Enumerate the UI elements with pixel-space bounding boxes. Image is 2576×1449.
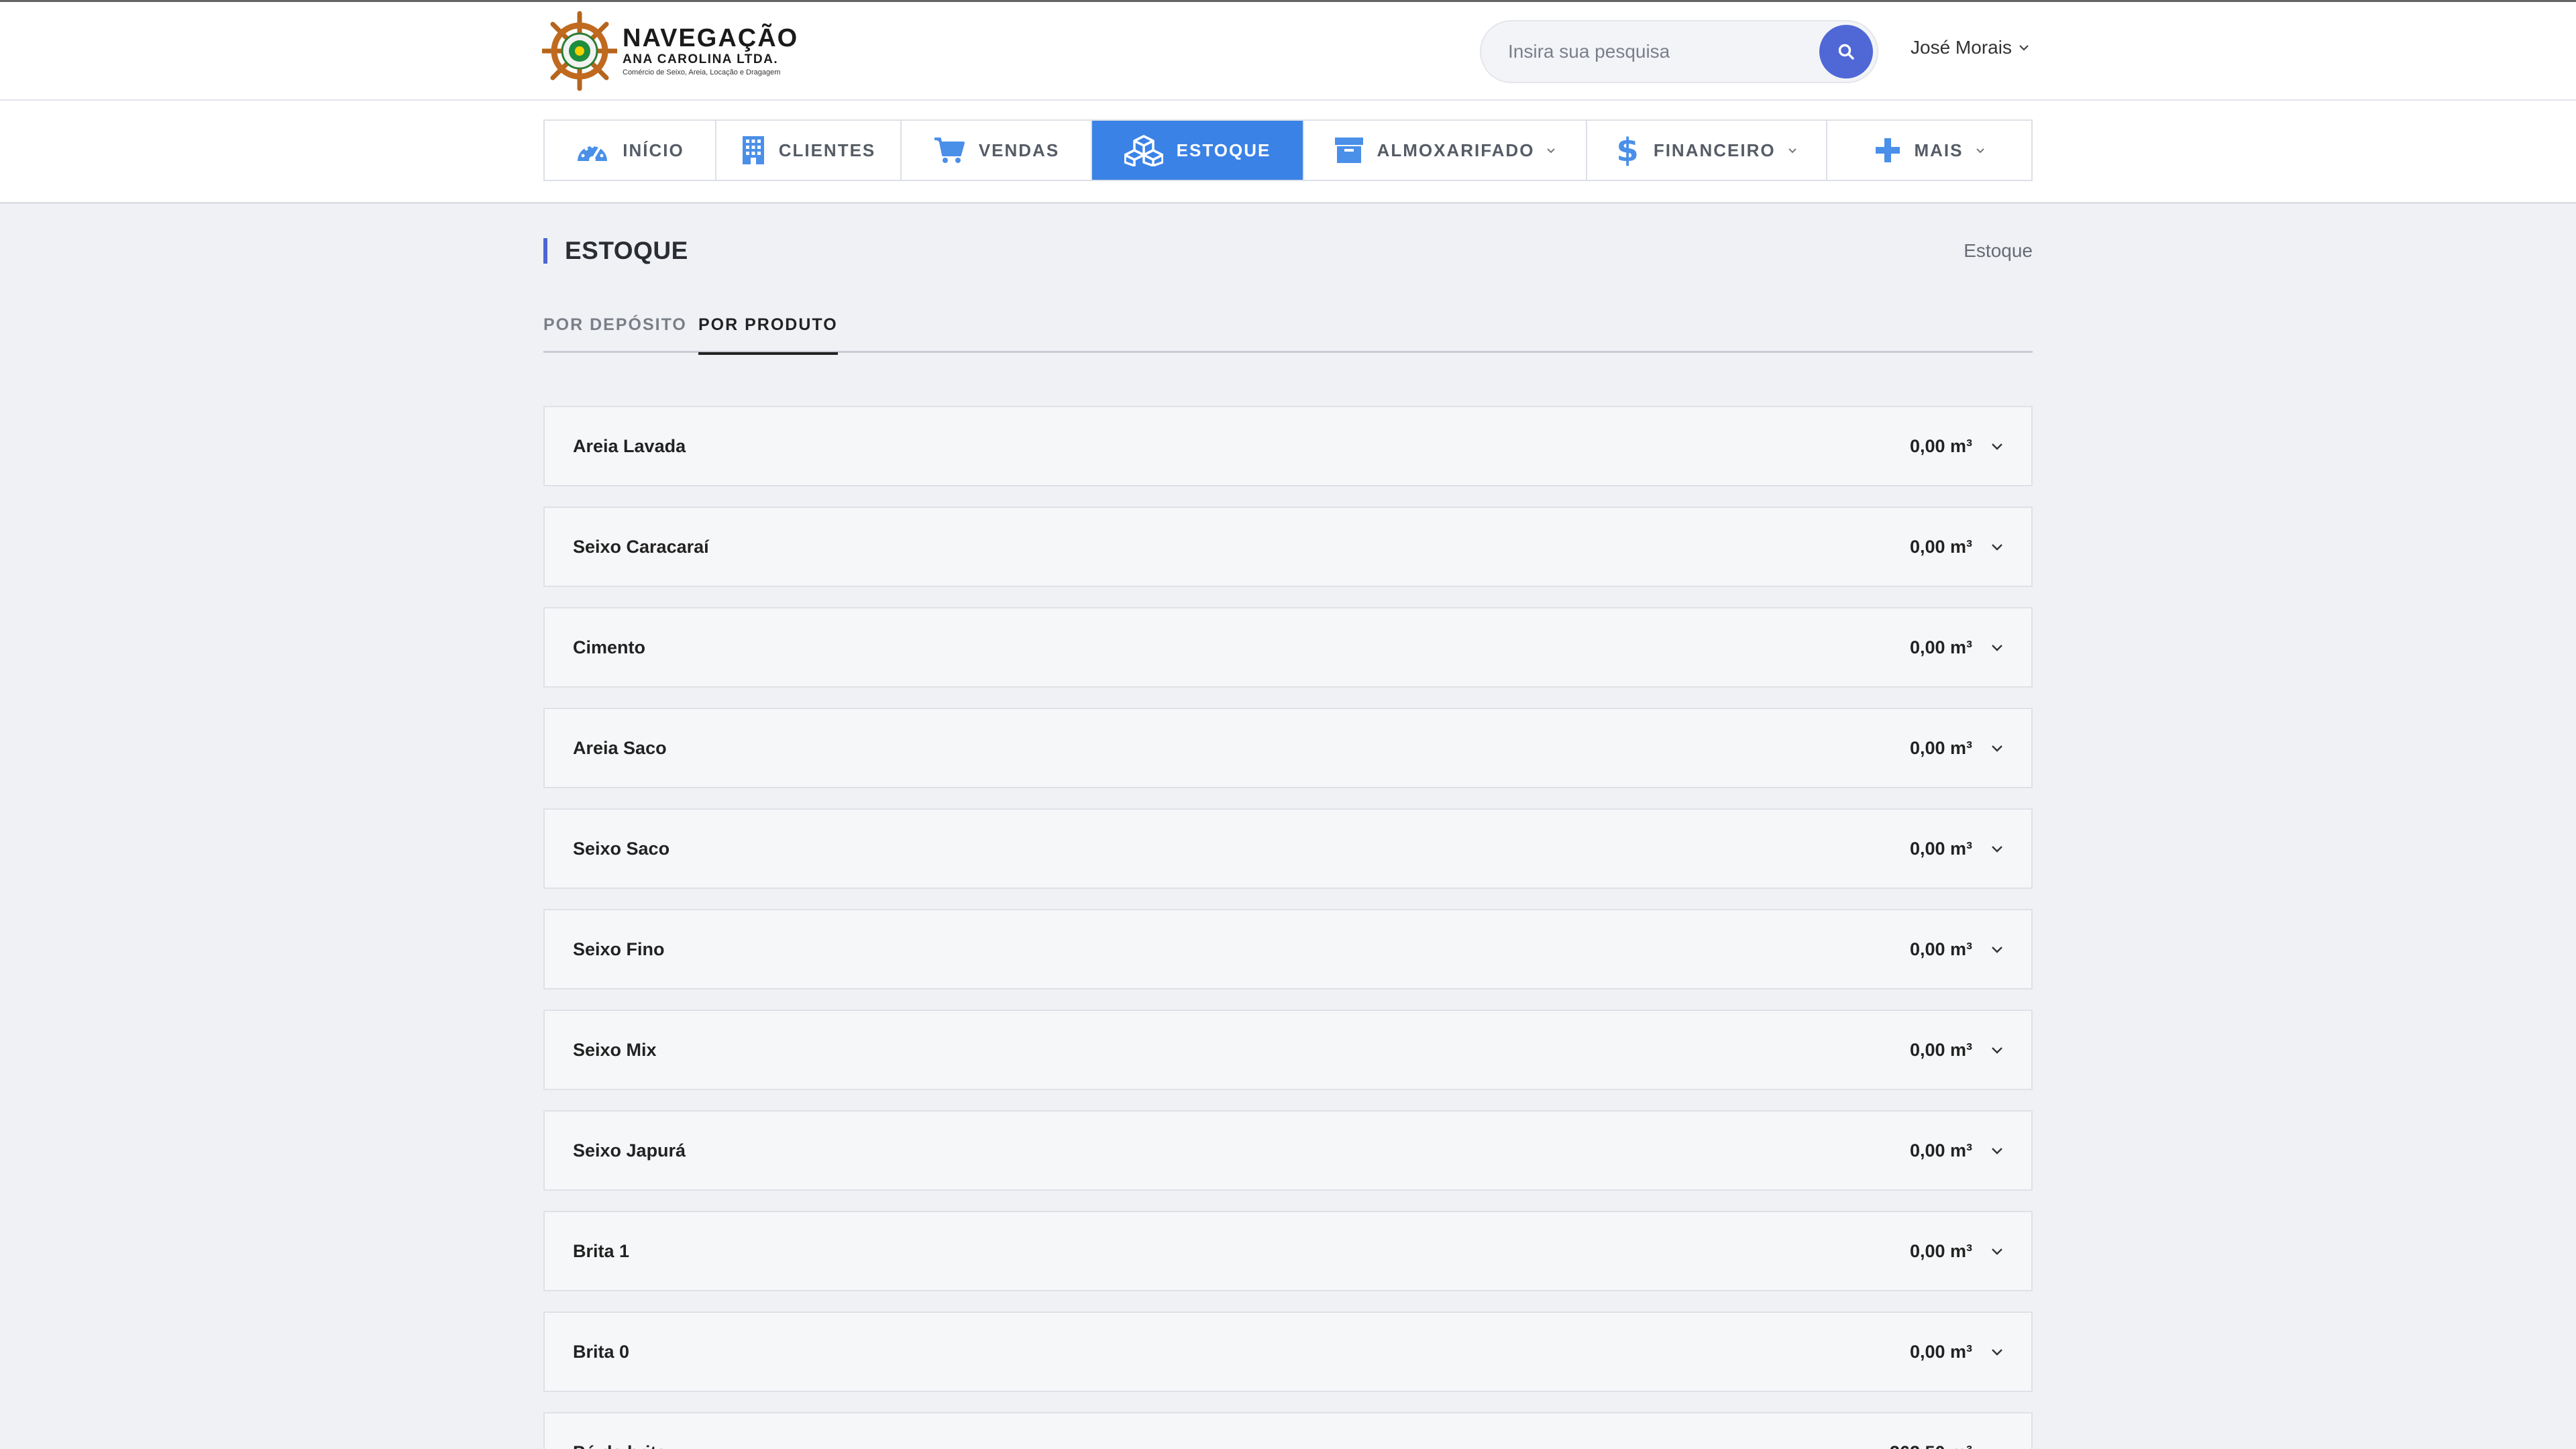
- user-name: José Morais: [1911, 37, 2012, 58]
- product-quantity: 0,00 m³: [1909, 435, 1972, 456]
- nav-label: CLIENTES: [778, 140, 876, 160]
- main-nav-bar: INÍCIO CLIENTES VENDAS ESTOQUE ALMOXARIF…: [0, 101, 2576, 204]
- product-name: Seixo Saco: [573, 838, 670, 859]
- search-icon: [1838, 44, 1854, 60]
- product-name: Brita 0: [573, 1341, 630, 1362]
- nav-item-inicio[interactable]: INÍCIO: [545, 121, 716, 180]
- top-header: NAVEGAÇÃO ANA CAROLINA LTDA. Comércio de…: [0, 0, 2576, 101]
- breadcrumb[interactable]: Estoque: [1964, 240, 2033, 262]
- nav-item-almoxarifado[interactable]: ALMOXARIFADO: [1304, 121, 1587, 180]
- list-item[interactable]: Seixo Saco 0,00 m³: [543, 808, 2033, 889]
- nav-item-clientes[interactable]: CLIENTES: [716, 121, 902, 180]
- brand-logo[interactable]: NAVEGAÇÃO ANA CAROLINA LTDA. Comércio de…: [542, 10, 798, 92]
- product-quantity: 0,00 m³: [1909, 1039, 1972, 1060]
- list-item[interactable]: Cimento 0,00 m³: [543, 607, 2033, 688]
- chevron-down-icon: [1991, 1046, 2003, 1054]
- product-quantity: 0,00 m³: [1909, 938, 1972, 959]
- main-nav: INÍCIO CLIENTES VENDAS ESTOQUE ALMOXARIF…: [543, 119, 2033, 181]
- product-name: Pó de brita: [573, 1442, 667, 1449]
- chevron-down-icon: [1991, 1248, 2003, 1255]
- search-box: [1480, 20, 1878, 83]
- view-tabs: POR DEPÓSITO POR PRODUTO: [543, 307, 2033, 355]
- list-item[interactable]: Seixo Fino 0,00 m³: [543, 909, 2033, 989]
- nav-label: VENDAS: [978, 140, 1060, 160]
- product-quantity: 0,00 m³: [1909, 838, 1972, 859]
- product-name: Cimento: [573, 637, 645, 657]
- search-input[interactable]: [1508, 21, 1803, 82]
- product-quantity: 0,00 m³: [1909, 536, 1972, 557]
- product-name: Seixo Caracaraí: [573, 536, 709, 557]
- nav-label: ESTOQUE: [1176, 140, 1271, 160]
- brand-subname: ANA CAROLINA LTDA.: [623, 52, 779, 66]
- ship-wheel-icon: [542, 11, 617, 91]
- chevron-down-icon: [1991, 644, 2003, 651]
- nav-label: MAIS: [1914, 140, 1964, 160]
- product-quantity: 0,00 m³: [1909, 1240, 1972, 1261]
- list-item[interactable]: Areia Lavada 0,00 m³: [543, 406, 2033, 486]
- chevron-down-icon: [1991, 443, 2003, 450]
- archive-icon: [1334, 137, 1364, 164]
- chevron-down-icon: [1991, 543, 2003, 551]
- list-item[interactable]: Seixo Caracaraí 0,00 m³: [543, 506, 2033, 587]
- cart-icon: [933, 136, 965, 164]
- chevron-down-icon: [1788, 148, 1796, 153]
- list-item[interactable]: Brita 1 0,00 m³: [543, 1211, 2033, 1291]
- chevron-down-icon: [1547, 148, 1556, 153]
- plus-icon: [1874, 137, 1901, 164]
- chevron-down-icon: [2019, 45, 2029, 51]
- product-name: Seixo Japurá: [573, 1140, 686, 1161]
- nav-label: FINANCEIRO: [1653, 140, 1776, 160]
- tab-por-deposito[interactable]: POR DEPÓSITO: [543, 315, 687, 335]
- chevron-down-icon: [1991, 845, 2003, 853]
- list-item[interactable]: Areia Saco 0,00 m³: [543, 708, 2033, 788]
- product-quantity: 0,00 m³: [1909, 1341, 1972, 1362]
- brand-name: NAVEGAÇÃO: [623, 24, 799, 52]
- dollar-icon: $: [1616, 131, 1640, 169]
- nav-label: ALMOXARIFADO: [1377, 140, 1535, 160]
- product-quantity: 0,00 m³: [1909, 1140, 1972, 1161]
- brand-tagline: Comércio de Seixo, Areia, Locação e Drag…: [623, 68, 781, 76]
- building-icon: [741, 135, 765, 166]
- product-name: Areia Saco: [573, 737, 667, 758]
- tab-por-produto[interactable]: POR PRODUTO: [698, 315, 838, 355]
- product-quantity: 0,00 m³: [1909, 637, 1972, 657]
- nav-label: INÍCIO: [623, 140, 684, 160]
- page-title: ESTOQUE: [543, 238, 688, 264]
- product-list: Areia Lavada 0,00 m³ Seixo Caracaraí 0,0…: [543, 406, 2033, 1449]
- chevron-down-icon: [1991, 1348, 2003, 1356]
- product-name: Seixo Mix: [573, 1039, 657, 1060]
- nav-item-estoque[interactable]: ESTOQUE: [1092, 121, 1304, 180]
- chevron-down-icon: [1976, 148, 1984, 153]
- chevron-down-icon: [1991, 745, 2003, 752]
- nav-item-financeiro[interactable]: $ FINANCEIRO: [1587, 121, 1827, 180]
- list-item[interactable]: Brita 0 0,00 m³: [543, 1311, 2033, 1392]
- user-menu[interactable]: José Morais: [1911, 37, 2029, 58]
- boxes-icon: [1124, 134, 1163, 166]
- nav-item-mais[interactable]: MAIS: [1827, 121, 2031, 180]
- product-name: Brita 1: [573, 1240, 630, 1261]
- product-quantity: 262,50 m³: [1890, 1442, 1972, 1449]
- list-item[interactable]: Pó de brita 262,50 m³: [543, 1412, 2033, 1449]
- product-quantity: 0,00 m³: [1909, 737, 1972, 758]
- list-item[interactable]: Seixo Mix 0,00 m³: [543, 1010, 2033, 1090]
- nav-item-vendas[interactable]: VENDAS: [902, 121, 1092, 180]
- product-name: Seixo Fino: [573, 938, 665, 959]
- search-button[interactable]: [1819, 25, 1873, 78]
- chevron-down-icon: [1991, 946, 2003, 953]
- chevron-down-icon: [1991, 1147, 2003, 1155]
- dashboard-icon: [576, 137, 609, 164]
- product-name: Areia Lavada: [573, 435, 686, 456]
- list-item[interactable]: Seixo Japurá 0,00 m³: [543, 1110, 2033, 1191]
